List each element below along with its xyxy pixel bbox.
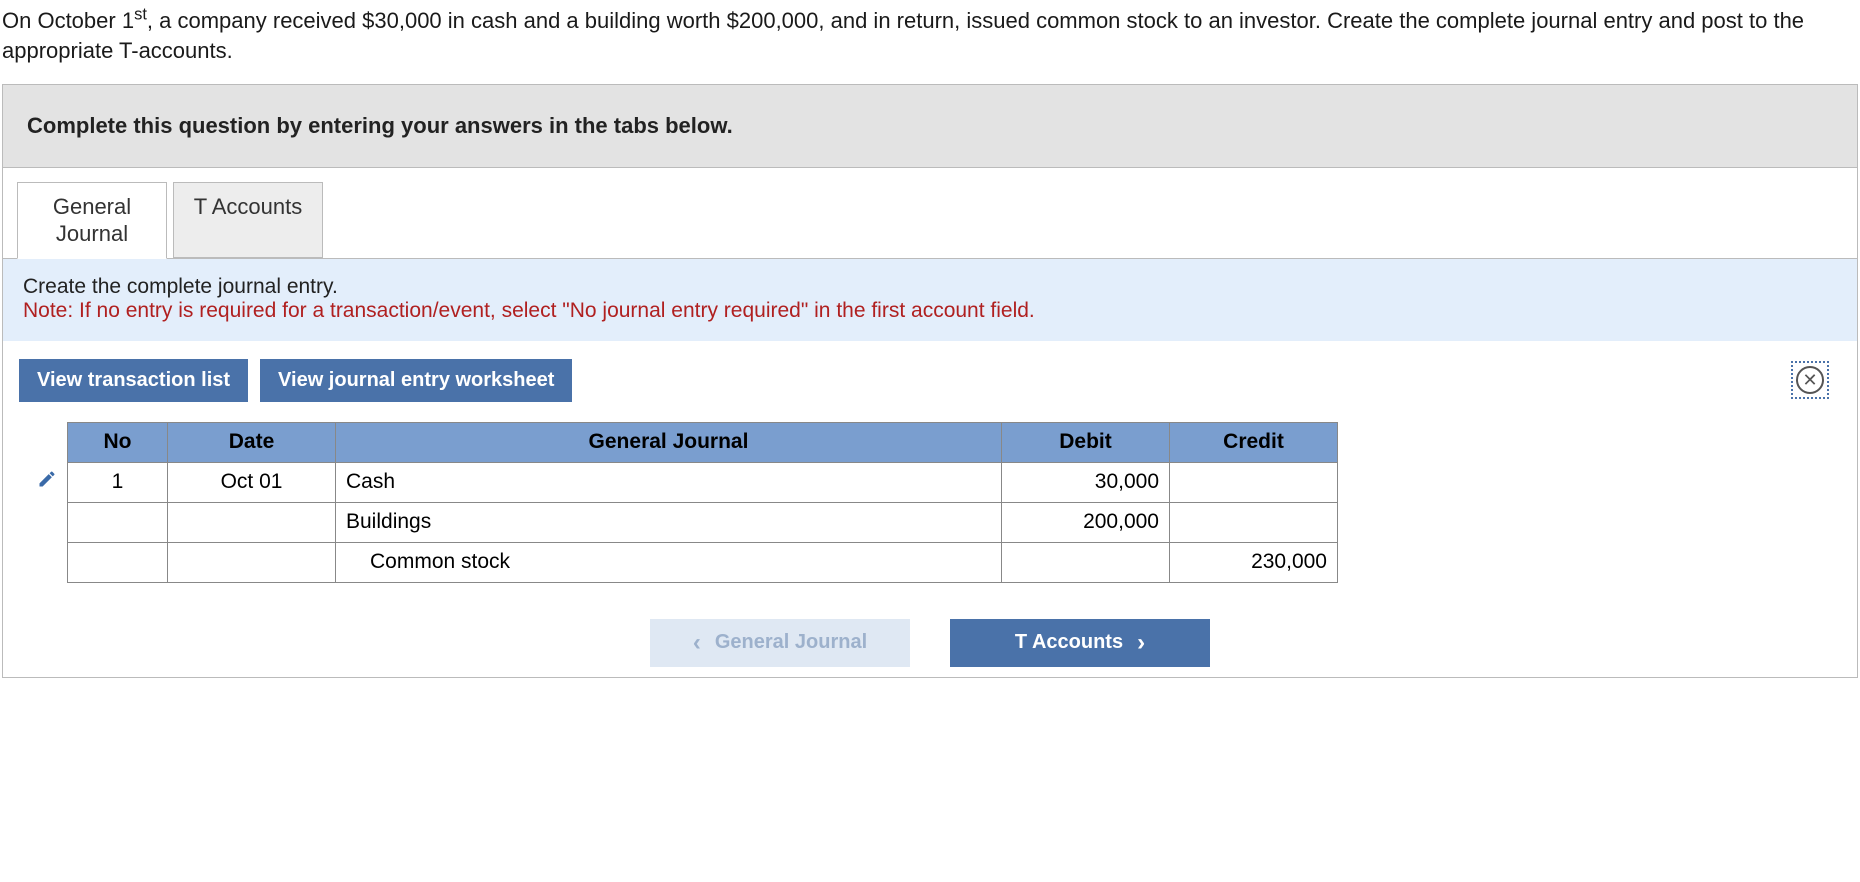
- footer-nav: ‹ General Journal T Accounts ›: [3, 601, 1857, 677]
- cell-account[interactable]: Buildings: [336, 502, 1002, 542]
- tab-t-accounts[interactable]: T Accounts: [173, 182, 323, 258]
- prev-label: General Journal: [715, 631, 867, 654]
- journal-table: No Date General Journal Debit Credit 1Oc…: [27, 422, 1338, 583]
- panel-prompt: Create the complete journal entry.: [23, 275, 1837, 299]
- header-general-journal: General Journal: [336, 422, 1002, 462]
- exercise-container: Complete this question by entering your …: [2, 84, 1858, 678]
- table-header-row: No Date General Journal Debit Credit: [27, 422, 1338, 462]
- cell-credit[interactable]: [1170, 462, 1338, 502]
- header-debit: Debit: [1002, 422, 1170, 462]
- question-text: On October 1st, a company received $30,0…: [0, 0, 1860, 84]
- cell-credit[interactable]: 230,000: [1170, 542, 1338, 582]
- cell-date[interactable]: Oct 01: [168, 462, 336, 502]
- cell-debit[interactable]: [1002, 542, 1170, 582]
- tab-label: T Accounts: [194, 194, 302, 219]
- instructions-bar: Complete this question by entering your …: [3, 85, 1857, 168]
- controls-row: View transaction list View journal entry…: [3, 341, 1857, 410]
- table-row: 1Oct 01Cash30,000: [27, 462, 1338, 502]
- header-no: No: [68, 422, 168, 462]
- cell-date[interactable]: [168, 502, 336, 542]
- cell-no[interactable]: 1: [68, 462, 168, 502]
- close-button[interactable]: ✕: [1791, 361, 1829, 399]
- panel-note: Note: If no entry is required for a tran…: [23, 299, 1837, 323]
- cell-no[interactable]: [68, 542, 168, 582]
- cell-debit[interactable]: 30,000: [1002, 462, 1170, 502]
- cell-credit[interactable]: [1170, 502, 1338, 542]
- cell-account[interactable]: Common stock: [336, 542, 1002, 582]
- tab-general-journal[interactable]: GeneralJournal: [17, 182, 167, 259]
- question-body: On October 1st, a company received $30,0…: [2, 8, 1804, 63]
- view-journal-worksheet-button[interactable]: View journal entry worksheet: [260, 359, 572, 402]
- next-t-accounts-button[interactable]: T Accounts ›: [950, 619, 1210, 667]
- tab-panel: Create the complete journal entry. Note:…: [3, 258, 1857, 341]
- cell-account[interactable]: Cash: [336, 462, 1002, 502]
- header-credit: Credit: [1170, 422, 1338, 462]
- chevron-right-icon: ›: [1137, 631, 1145, 655]
- cell-no[interactable]: [68, 502, 168, 542]
- table-row: Buildings200,000: [27, 502, 1338, 542]
- view-transaction-list-button[interactable]: View transaction list: [19, 359, 248, 402]
- pencil-icon: [37, 469, 57, 489]
- prev-general-journal-button[interactable]: ‹ General Journal: [650, 619, 910, 667]
- table-row: Common stock 230,000: [27, 542, 1338, 582]
- cell-debit[interactable]: 200,000: [1002, 502, 1170, 542]
- journal-table-wrap: No Date General Journal Debit Credit 1Oc…: [3, 410, 1857, 601]
- tab-label: GeneralJournal: [53, 194, 131, 247]
- chevron-left-icon: ‹: [693, 631, 701, 655]
- next-label: T Accounts: [1015, 631, 1123, 654]
- tabs-row: GeneralJournal T Accounts: [3, 168, 1857, 258]
- header-date: Date: [168, 422, 336, 462]
- cell-date[interactable]: [168, 542, 336, 582]
- edit-row-button[interactable]: [27, 462, 68, 502]
- close-icon: ✕: [1796, 366, 1824, 394]
